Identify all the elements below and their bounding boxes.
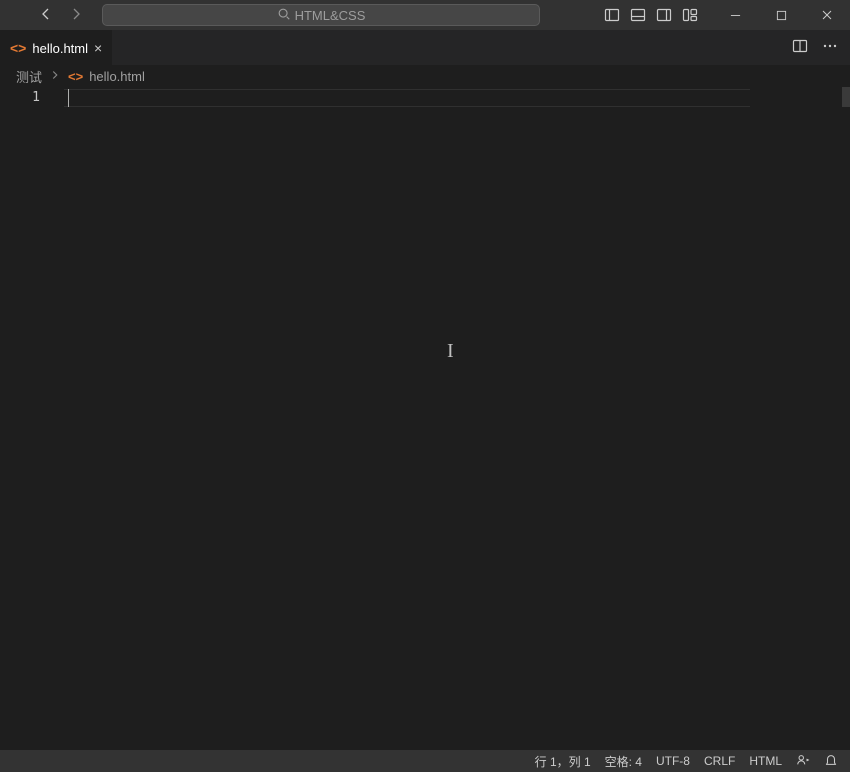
status-cursor-position[interactable]: 行 1，列 1 [535, 753, 591, 770]
toggle-primary-sidebar-icon[interactable] [604, 7, 620, 23]
split-editor-icon[interactable] [792, 38, 808, 57]
editor-actions [792, 30, 850, 65]
status-language[interactable]: HTML [749, 754, 782, 768]
customize-layout-icon[interactable] [682, 7, 698, 23]
command-center-label: HTML&CSS [295, 8, 366, 23]
ibeam-cursor-icon: I [447, 340, 454, 363]
more-actions-icon[interactable] [822, 38, 838, 57]
nav-back-icon[interactable] [38, 6, 54, 25]
tab-hello-html[interactable]: <> hello.html × [0, 30, 112, 65]
toggle-panel-icon[interactable] [630, 7, 646, 23]
breadcrumb[interactable]: 测试 <> hello.html [0, 65, 850, 87]
nav-arrows [38, 6, 84, 25]
minimize-button[interactable] [712, 0, 758, 30]
search-icon [277, 7, 291, 24]
nav-forward-icon [68, 6, 84, 25]
line-number-gutter: 1 [0, 87, 64, 750]
minimap[interactable] [842, 87, 850, 107]
maximize-button[interactable] [758, 0, 804, 30]
layout-controls [604, 7, 698, 23]
text-caret [68, 89, 69, 107]
html-file-icon: <> [10, 40, 26, 56]
status-eol[interactable]: CRLF [704, 754, 735, 768]
title-bar: HTML&CSS [0, 0, 850, 30]
status-feedback-icon[interactable] [796, 753, 810, 770]
window-controls [712, 0, 850, 30]
tab-close-icon[interactable]: × [94, 41, 102, 55]
breadcrumb-file[interactable]: hello.html [89, 69, 145, 84]
status-encoding[interactable]: UTF-8 [656, 754, 690, 768]
close-button[interactable] [804, 0, 850, 30]
breadcrumb-folder[interactable]: 测试 [16, 67, 42, 86]
status-bar: 行 1，列 1 空格: 4 UTF-8 CRLF HTML [0, 750, 850, 772]
editor[interactable]: 1 I [0, 87, 850, 750]
status-indentation[interactable]: 空格: 4 [605, 753, 642, 770]
tab-label: hello.html [32, 41, 88, 56]
line-number: 1 [0, 89, 40, 107]
code-area[interactable]: I [64, 87, 850, 750]
toggle-secondary-sidebar-icon[interactable] [656, 7, 672, 23]
tab-bar: <> hello.html × [0, 30, 850, 65]
current-line-highlight [64, 89, 750, 107]
command-center[interactable]: HTML&CSS [102, 4, 540, 26]
chevron-right-icon [48, 68, 62, 85]
status-notifications-icon[interactable] [824, 753, 838, 770]
html-file-icon: <> [68, 69, 83, 84]
